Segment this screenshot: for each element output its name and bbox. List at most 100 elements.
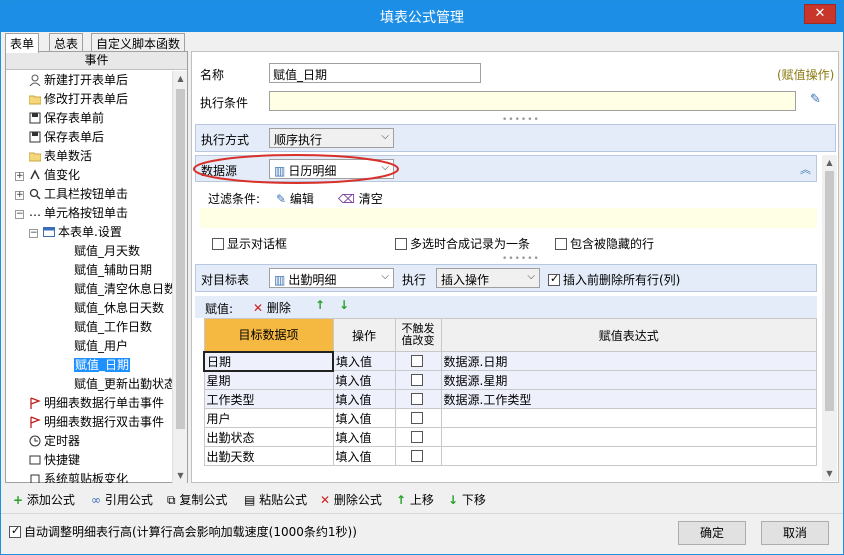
add-formula-button[interactable]: + 添加公式 bbox=[13, 491, 75, 508]
cell-expression[interactable]: 数据源.日期 bbox=[440, 351, 817, 371]
splitter-handle[interactable]: •••••• bbox=[502, 254, 540, 264]
checkbox[interactable] bbox=[410, 450, 423, 462]
mode-select[interactable]: 顺序执行 ⌵ bbox=[269, 128, 394, 148]
name-input[interactable]: 赋值_日期 bbox=[269, 63, 481, 83]
cell-no-trigger[interactable] bbox=[394, 351, 442, 371]
tree-item-modify-open[interactable]: 修改打开表单后 bbox=[28, 90, 128, 109]
cell-no-trigger[interactable] bbox=[394, 408, 442, 428]
cell-operation[interactable]: 填入值 bbox=[332, 370, 396, 390]
target-select[interactable]: ▥ 出勤明细 ⌵ bbox=[269, 268, 394, 288]
delete-before-insert-checkbox[interactable]: 插入前删除所有行(列) bbox=[548, 271, 680, 288]
filter-expression-box[interactable] bbox=[200, 208, 817, 228]
move-up-icon[interactable]: ↑ bbox=[315, 298, 325, 312]
cell-expression[interactable]: 数据源.星期 bbox=[440, 370, 817, 390]
tab-form[interactable]: 表单 bbox=[5, 33, 40, 53]
reference-formula-button[interactable]: ∞ 引用公式 bbox=[91, 491, 153, 508]
tree-item-detail-click[interactable]: 明细表数据行单击事件 bbox=[29, 394, 164, 413]
tree-item-save-after[interactable]: 保存表单后 bbox=[29, 128, 104, 147]
cancel-button[interactable]: 取消 bbox=[761, 521, 829, 545]
table-row[interactable]: 星期 填入值 数据源.星期 bbox=[203, 370, 817, 390]
expand-toggle[interactable]: + bbox=[15, 172, 24, 181]
scroll-up-icon[interactable]: ▲ bbox=[173, 71, 188, 86]
ok-button[interactable]: 确定 bbox=[678, 521, 746, 545]
tree-item-save-before[interactable]: 保存表单前 bbox=[29, 109, 104, 128]
cell-operation[interactable]: 填入值 bbox=[332, 351, 396, 371]
table-row[interactable]: 出勤天数 填入值 bbox=[203, 446, 817, 466]
merge-records-checkbox[interactable]: 多选时合成记录为一条 bbox=[395, 235, 530, 252]
scroll-up-icon[interactable]: ▲ bbox=[822, 155, 837, 170]
tree-item[interactable]: 赋值_工作日数 bbox=[74, 318, 152, 337]
tree-item[interactable]: 赋值_用户 bbox=[74, 337, 128, 356]
column-header-no-trigger[interactable]: 不触发值改变 bbox=[394, 318, 442, 352]
scroll-down-icon[interactable]: ▼ bbox=[822, 466, 837, 481]
column-header-operation[interactable]: 操作 bbox=[332, 318, 396, 352]
tree-scrollbar[interactable]: ▲ ▼ bbox=[172, 71, 187, 483]
tree-item-new-open[interactable]: 新建打开表单后 bbox=[29, 71, 128, 90]
table-row[interactable]: 用户 填入值 bbox=[203, 408, 817, 428]
auto-row-height-checkbox[interactable]: 自动调整明细表行高(计算行高会影响加载速度(1000条约1秒)) bbox=[9, 523, 357, 540]
expand-toggle[interactable]: + bbox=[15, 191, 24, 200]
move-down-icon[interactable]: ↓ bbox=[339, 298, 349, 312]
cell-target[interactable]: 日期 bbox=[203, 350, 334, 372]
cell-expression[interactable] bbox=[440, 408, 817, 428]
tree-item-clipboard[interactable]: 系统剪贴板变化 bbox=[29, 470, 128, 483]
table-row[interactable]: 工作类型 填入值 数据源.工作类型 bbox=[203, 389, 817, 409]
move-up-button[interactable]: ↑ 上移 bbox=[396, 491, 434, 508]
paste-formula-button[interactable]: ▤ 粘贴公式 bbox=[244, 491, 307, 508]
copy-formula-button[interactable]: ⧉ 复制公式 bbox=[167, 491, 227, 508]
include-hidden-checkbox[interactable]: 包含被隐藏的行 bbox=[555, 235, 654, 252]
tree-item-form-data[interactable]: 表单数活 bbox=[28, 147, 92, 166]
tree-item-timer[interactable]: 定时器 bbox=[29, 432, 80, 451]
delete-row-button[interactable]: ✕ 删除 bbox=[253, 299, 291, 316]
magic-wand-icon[interactable]: ✎ bbox=[810, 92, 821, 107]
cell-target[interactable]: 星期 bbox=[203, 370, 334, 390]
tree-item[interactable]: 赋值_辅助日期 bbox=[74, 261, 152, 280]
scroll-thumb[interactable] bbox=[825, 171, 834, 411]
move-down-button[interactable]: ↓ 下移 bbox=[448, 491, 486, 508]
cell-operation[interactable]: 填入值 bbox=[332, 427, 396, 447]
table-row[interactable]: 出勤状态 填入值 bbox=[203, 427, 817, 447]
cell-no-trigger[interactable] bbox=[394, 427, 442, 447]
tree-item-detail-dblclick[interactable]: 明细表数据行双击事件 bbox=[29, 413, 164, 432]
cell-expression[interactable]: 数据源.工作类型 bbox=[440, 389, 817, 409]
checkbox[interactable] bbox=[410, 393, 423, 405]
cell-operation[interactable]: 填入值 bbox=[332, 389, 396, 409]
cell-expression[interactable] bbox=[440, 427, 817, 447]
tree-item-toolbar-click[interactable]: 工具栏按钮单击 bbox=[29, 185, 128, 204]
collapse-toggle[interactable]: − bbox=[29, 229, 38, 238]
clear-filter-button[interactable]: ⌫ 清空 bbox=[338, 190, 383, 207]
checkbox[interactable] bbox=[410, 374, 423, 386]
tree-item[interactable]: 赋值_清空休息日数 bbox=[74, 280, 172, 299]
tree-item[interactable]: 赋值_休息日天数 bbox=[74, 299, 164, 318]
cell-target[interactable]: 用户 bbox=[203, 408, 334, 428]
cell-expression[interactable] bbox=[440, 446, 817, 466]
execute-select[interactable]: 插入操作 ⌵ bbox=[436, 268, 540, 288]
table-row[interactable]: 日期 填入值 数据源.日期 bbox=[203, 350, 817, 372]
checkbox[interactable] bbox=[410, 355, 423, 367]
cell-no-trigger[interactable] bbox=[394, 370, 442, 390]
cell-target[interactable]: 出勤天数 bbox=[203, 446, 334, 466]
tree-item-cell-button-click[interactable]: ⋯ 单元格按钮单击 bbox=[29, 204, 128, 223]
cell-operation[interactable]: 填入值 bbox=[332, 408, 396, 428]
cell-target[interactable]: 出勤状态 bbox=[203, 427, 334, 447]
cell-no-trigger[interactable] bbox=[394, 389, 442, 409]
column-header-expression[interactable]: 赋值表达式 bbox=[440, 318, 817, 352]
tree-item-shortcut[interactable]: 快捷键 bbox=[29, 451, 80, 470]
cell-target[interactable]: 工作类型 bbox=[203, 389, 334, 409]
scroll-down-icon[interactable]: ▼ bbox=[173, 468, 188, 483]
cell-no-trigger[interactable] bbox=[394, 446, 442, 466]
tree-item[interactable]: 赋值_月天数 bbox=[74, 242, 140, 261]
edit-filter-button[interactable]: ✎ 编辑 bbox=[276, 190, 314, 207]
cell-operation[interactable]: 填入值 bbox=[332, 446, 396, 466]
collapse-toggle[interactable]: − bbox=[15, 210, 24, 219]
scroll-thumb[interactable] bbox=[176, 89, 185, 429]
tree-item-this-form-setting[interactable]: 本表单.设置 bbox=[43, 223, 122, 242]
tab-custom-script[interactable]: 自定义脚本函数 bbox=[91, 33, 186, 52]
delete-formula-button[interactable]: ✕ 删除公式 bbox=[320, 491, 382, 508]
column-header-target[interactable]: 目标数据项 bbox=[203, 318, 334, 352]
condition-input[interactable] bbox=[269, 91, 796, 111]
tree-item[interactable]: 赋值_更新出勤状态 bbox=[74, 375, 172, 394]
collapse-section-icon[interactable]: ︽ bbox=[800, 161, 811, 177]
checkbox[interactable] bbox=[410, 431, 423, 443]
show-dialog-checkbox[interactable]: 显示对话框 bbox=[212, 235, 287, 252]
